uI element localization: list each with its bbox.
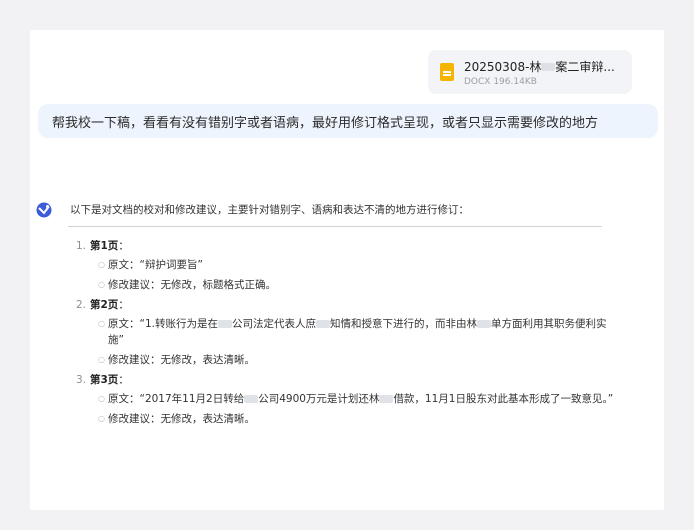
attachment-file-card[interactable]: 20250308-林 案二审辩... DOCX 196.14KB: [428, 50, 632, 94]
revision-list: 1. 第1页 ： ○ 原文：“辩护词要旨” ○ 修改建议：无修改，标题格式正确。 2…: [76, 238, 616, 431]
redaction-mark: [379, 395, 394, 403]
bullet-item: ○ 修改建议：无修改，表达清晰。: [98, 413, 255, 425]
bullet-item: ○ 原文：“1.转账行为是在 公司法定代表人庶 知情和授意下进行的，而非由林 单方面利…: [98, 318, 607, 346]
item-title: 第2页: [90, 299, 119, 311]
assistant-logo-icon: [36, 202, 52, 218]
redaction-mark: [315, 320, 330, 328]
item-colon: ：: [118, 374, 129, 386]
list-item: 1. 第1页 ： ○ 原文：“辩护词要旨” ○ 修改建议：无修改，标题格式正确。: [76, 238, 616, 293]
redaction-mark: [476, 320, 491, 328]
item-title: 第1页: [90, 240, 119, 252]
item-colon: ：: [118, 240, 129, 252]
divider: [68, 226, 602, 227]
item-number: 1.: [76, 240, 87, 252]
item-number: 3.: [76, 374, 87, 386]
document-file-icon: [440, 63, 454, 81]
assistant-intro-text: 以下是对文档的校对和修改建议，主要针对错别字、语病和表达不清的地方进行修订：: [70, 204, 469, 216]
user-message-bubble: 帮我校一下稿，看看有没有错别字或者语病，最好用修订格式呈现，或者只显示需要修改的…: [38, 104, 658, 138]
bullet-item: ○ 原文：“辩护词要旨”: [98, 259, 203, 271]
chat-panel: 20250308-林 案二审辩... DOCX 196.14KB 帮我校一下稿，看…: [30, 30, 664, 510]
redaction-mark: [541, 63, 556, 71]
file-info: 20250308-林 案二审辩... DOCX 196.14KB: [464, 58, 624, 87]
bullet-item: ○ 修改建议：无修改，表达清晰。: [98, 354, 255, 366]
item-title: 第3页: [90, 374, 119, 386]
bullet-item: ○ 修改建议：无修改，标题格式正确。: [98, 279, 276, 291]
list-item: 3. 第3页 ： ○ 原文：“2017年11月2日转给 公司4900万元是计划还林…: [76, 372, 616, 427]
item-number: 2.: [76, 299, 87, 311]
file-name: 20250308-林 案二审辩...: [464, 59, 615, 74]
item-colon: ：: [118, 299, 129, 311]
redaction-mark: [244, 395, 259, 403]
file-meta: DOCX 196.14KB: [464, 76, 537, 87]
bullet-item: ○ 原文：“2017年11月2日转给 公司4900万元是计划还林 借款，11月1日股…: [98, 393, 614, 405]
list-item: 2. 第2页 ： ○ 原文：“1.转账行为是在 公司法定代表人庶 知情和授意下进行的…: [76, 297, 616, 368]
redaction-mark: [217, 320, 232, 328]
